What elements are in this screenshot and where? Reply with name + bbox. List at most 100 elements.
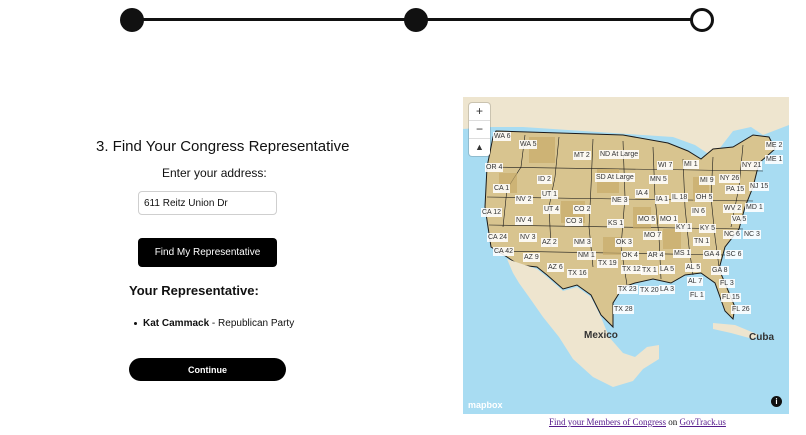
stepper-line-2 [416,18,702,21]
district-label: FL 3 [719,279,735,288]
district-label: KY 5 [699,224,717,233]
representative-heading: Your Representative: [129,283,259,298]
district-label: OR 4 [485,163,504,172]
district-label: WA 5 [519,140,538,149]
district-label: LA 3 [659,285,676,294]
district-label: MI 1 [683,160,699,169]
step-2-complete [404,8,428,32]
district-label: NY 26 [719,174,741,183]
district-label: GA 8 [711,266,729,275]
representative-item: Kat Cammack - Republican Party [134,318,294,329]
district-label: AZ 9 [523,253,540,262]
district-label: ID 2 [537,175,552,184]
representative-list: Kat Cammack - Republican Party [134,318,294,329]
district-label: MN 5 [649,175,668,184]
district-label: TX 28 [613,305,634,314]
find-representative-button[interactable]: Find My Representative [138,238,277,267]
district-label: CA 24 [487,233,509,242]
find-members-link[interactable]: Find your Members of Congress [549,417,666,427]
address-input[interactable] [138,191,277,215]
district-label: PA 15 [725,185,746,194]
district-label: LA 5 [659,265,676,274]
district-label: SC 6 [725,250,743,259]
district-label: MT 2 [573,151,591,160]
district-label: NV 4 [515,216,533,225]
district-label: NC 6 [723,230,741,239]
stepper-line-1 [132,18,416,21]
map-footer: Find your Members of Congress on GovTrac… [549,417,726,427]
district-label: MS 1 [673,249,692,258]
mapbox-logo[interactable]: mapbox [468,400,503,410]
district-label: IA 1 [655,195,670,204]
district-label: AZ 2 [541,238,558,247]
district-label: FL 15 [721,293,741,302]
district-label: NE 3 [611,196,629,205]
place-label-cuba: Cuba [749,332,774,343]
place-label-mexico: Mexico [584,330,618,341]
step-1-complete [120,8,144,32]
district-label: CA 12 [481,208,503,217]
district-label: AL 5 [685,263,702,272]
district-label: NJ 15 [749,182,770,191]
info-icon[interactable]: i [771,396,782,407]
district-label: ME 2 [765,141,784,150]
district-label: UT 1 [541,190,559,199]
district-label: OK 4 [621,251,639,260]
district-label: CA 42 [493,247,515,256]
district-label: OH 5 [695,193,714,202]
district-label: NM 1 [577,251,596,260]
district-label: OK 3 [615,238,633,247]
representative-name: Kat Cammack [143,318,210,329]
district-label: TX 16 [567,269,588,278]
district-label: NC 3 [743,230,761,239]
page-title: 3. Find Your Congress Representative [96,138,350,155]
district-label: WI 7 [657,161,674,170]
district-label: WV 2 [723,204,743,213]
district-label: CO 2 [573,205,592,214]
district-label: WA 6 [493,132,512,141]
congressional-district-map[interactable]: + − ▲ WA 6 WA 5 OR 4 CA 1 CA 12 CA 24 CA… [463,97,789,414]
district-label: NV 2 [515,195,533,204]
district-label: TX 1 [641,266,658,275]
district-label: KS 1 [607,219,625,228]
district-label: MO 7 [643,231,663,240]
district-label: KY 1 [675,223,693,232]
zoom-out-button[interactable]: − [469,121,490,139]
progress-stepper [120,7,715,33]
district-label: TN 1 [693,237,711,246]
compass-icon[interactable]: ▲ [469,139,490,156]
zoom-in-button[interactable]: + [469,103,490,121]
district-label: NM 3 [573,238,592,247]
district-label: CO 3 [565,217,584,226]
representative-party: - Republican Party [209,318,295,329]
address-label: Enter your address: [162,166,267,180]
district-label: FL 26 [731,305,751,314]
district-label: TX 20 [639,286,660,295]
district-label: ME 1 [765,155,784,164]
map-zoom-controls: + − ▲ [469,103,490,156]
district-label: UT 4 [543,205,561,214]
district-label: IA 4 [635,189,650,198]
district-label: IN 6 [691,207,706,216]
continue-button[interactable]: Continue [129,358,286,381]
district-label: AL 7 [687,277,704,286]
bullet-icon [134,321,137,325]
district-label: TX 19 [597,259,618,268]
district-label: VA 5 [731,215,748,224]
district-label: SD At Large [595,173,635,182]
district-label: MI 9 [699,176,715,185]
footer-on-text: on [666,417,680,427]
district-label: TX 12 [621,265,642,274]
district-label: AZ 6 [547,263,564,272]
district-label: ND At Large [599,150,640,159]
district-label: IL 18 [671,193,689,202]
govtrack-link[interactable]: GovTrack.us [680,417,726,427]
district-label: MD 1 [745,203,764,212]
district-label: NY 21 [741,161,763,170]
step-3-current [690,8,714,32]
district-label: NV 3 [519,233,537,242]
district-label: AR 4 [647,251,665,260]
district-label: MO 5 [637,215,657,224]
district-label: FL 1 [689,291,705,300]
district-label: TX 23 [617,285,638,294]
